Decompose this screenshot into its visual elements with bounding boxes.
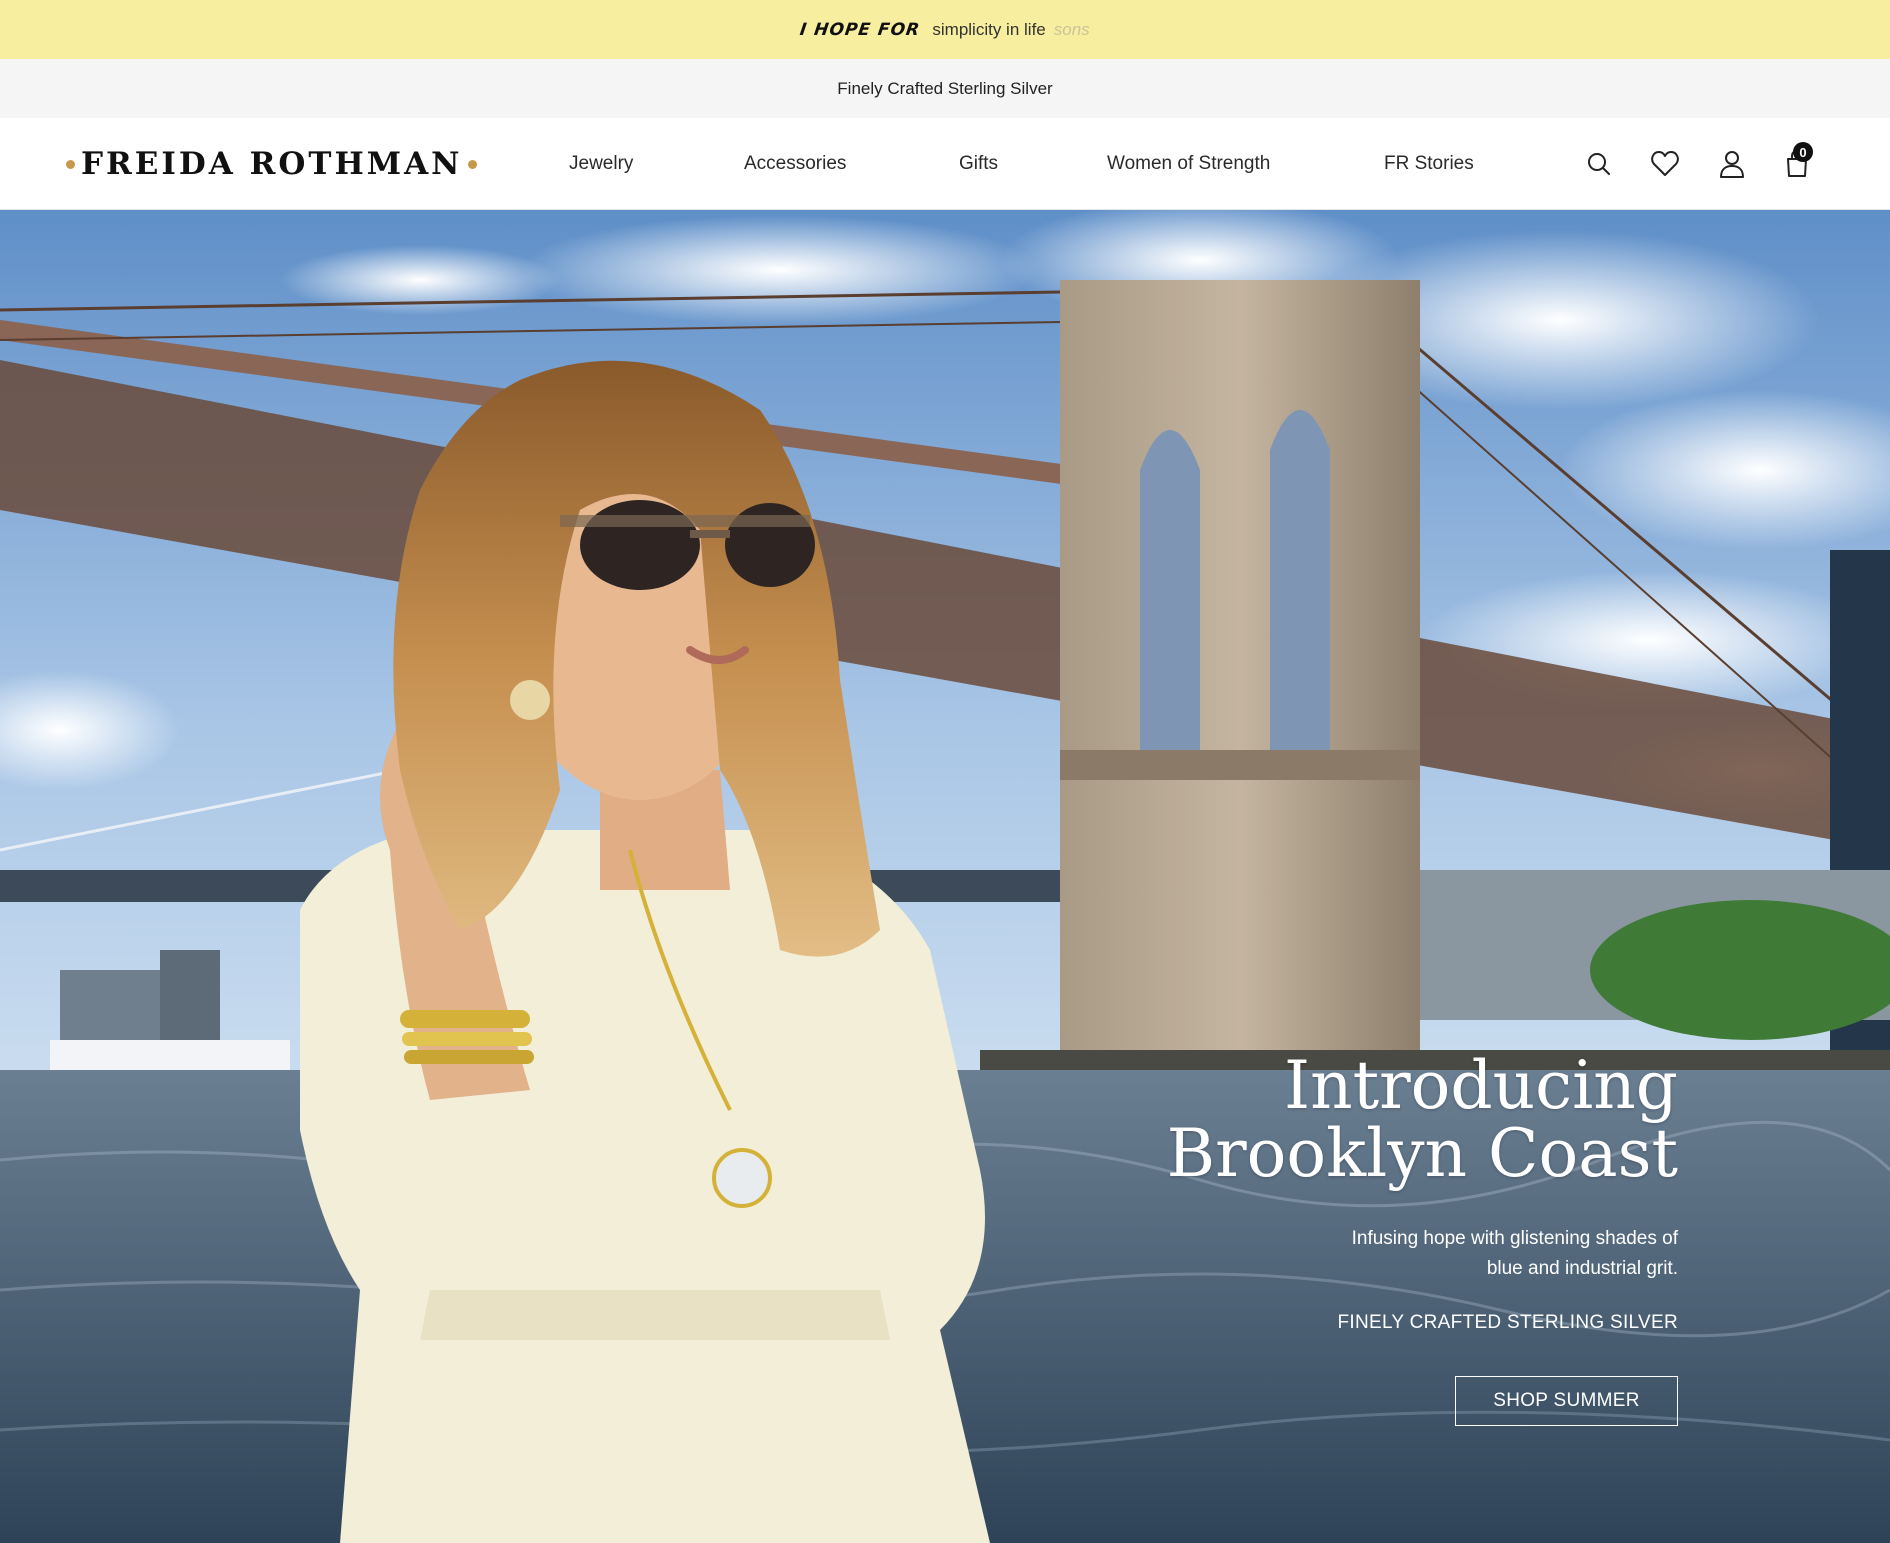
nav-accessories[interactable]: Accessories — [744, 153, 846, 175]
hero-banner[interactable]: Introducing Brooklyn Coast Infusing hope… — [0, 210, 1890, 1543]
logo-dot-left — [66, 159, 75, 169]
hero-title-line1: Introducing — [1284, 1047, 1678, 1124]
promo-message: simplicity in life — [932, 19, 1046, 39]
logo-dot-right — [468, 159, 478, 169]
search-icon[interactable] — [1583, 148, 1615, 180]
announcement-bar: Finely Crafted Sterling Silver — [0, 59, 1890, 118]
hero-title: Introducing Brooklyn Coast — [1167, 1052, 1678, 1188]
nav-jewelry[interactable]: Jewelry — [569, 153, 633, 175]
logo-text: FREIDA ROTHMAN — [81, 146, 463, 182]
hero-tagline: FINELY CRAFTED STERLING SILVER — [1337, 1312, 1678, 1333]
nav-women-of-strength[interactable]: Women of Strength — [1107, 153, 1270, 175]
promo-script-text: I HOPE FOR — [798, 19, 922, 40]
site-header: FREIDA ROTHMAN Jewelry Accessories Gifts… — [0, 118, 1890, 210]
promo-fading-text: sons — [1053, 19, 1090, 39]
announcement-text[interactable]: Finely Crafted Sterling Silver — [837, 79, 1052, 99]
cart-count-badge: 0 — [1793, 142, 1813, 162]
heart-icon[interactable] — [1649, 148, 1681, 180]
user-icon[interactable] — [1716, 148, 1748, 180]
nav-gifts[interactable]: Gifts — [959, 153, 998, 175]
promo-banner: I HOPE FOR simplicity in life sons — [0, 0, 1890, 59]
hero-subtitle: Infusing hope with glistening shades of … — [1351, 1228, 1678, 1279]
nav-fr-stories[interactable]: FR Stories — [1384, 153, 1474, 175]
hero-content: Introducing Brooklyn Coast Infusing hope… — [1167, 1052, 1678, 1426]
shop-summer-button[interactable]: SHOP SUMMER — [1455, 1376, 1678, 1426]
brand-logo[interactable]: FREIDA ROTHMAN — [66, 118, 478, 210]
hero-title-line2: Brooklyn Coast — [1166, 1115, 1678, 1192]
